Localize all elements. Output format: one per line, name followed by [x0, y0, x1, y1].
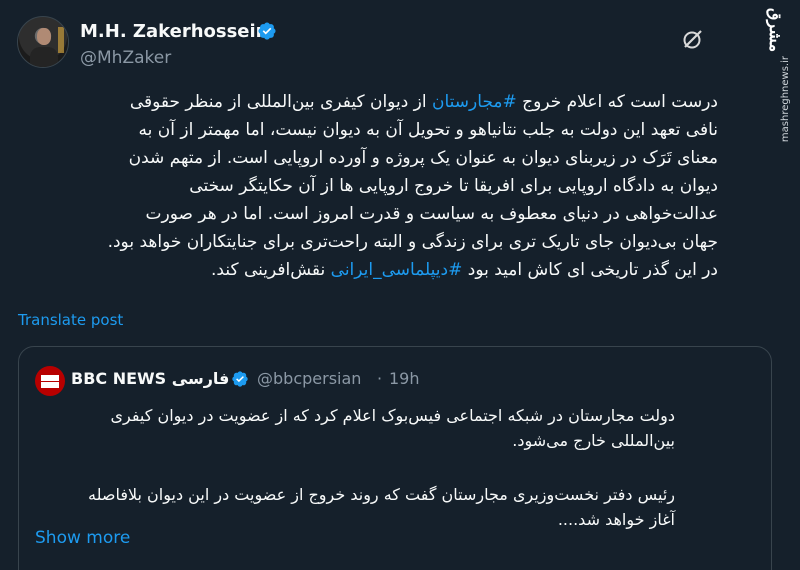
- watermark-site: mashreghnews.ir: [780, 56, 791, 143]
- verified-badge-icon: [232, 371, 248, 387]
- hashtag-link[interactable]: #دیپلماسی_ایرانی: [331, 260, 463, 280]
- hashtag-link[interactable]: #مجارستان: [432, 92, 517, 112]
- grok-icon[interactable]: [681, 27, 705, 51]
- watermark-brand: مشرق: [766, 8, 785, 53]
- quoted-line: رئیس دفتر نخست‌وزیری مجارستان گفت که رون…: [87, 485, 675, 504]
- translate-post-link[interactable]: Translate post: [18, 311, 123, 329]
- bbc-logo-icon[interactable]: [35, 366, 65, 396]
- tweet-line: در این گذر تاریخی ای کاش امید بود #دیپلم…: [211, 260, 718, 280]
- quoted-author-name[interactable]: BBC NEWS فارسی: [71, 369, 229, 388]
- bbc-logo-bar: [41, 375, 59, 381]
- avatar-background-light: [58, 27, 64, 53]
- tweet-line: جهان بی‌دیوان جای تاریک تری برای زندگی و…: [107, 232, 718, 252]
- quoted-line: آغاز خواهد شد....: [557, 510, 675, 529]
- quoted-paragraph: دولت مجارستان در شبکه اجتماعی فیس‌بوک اع…: [35, 403, 675, 453]
- show-more-link[interactable]: Show more: [35, 528, 130, 548]
- tweet-line: دیوان به دادگاه اروپایی برای افریقا تا خ…: [189, 176, 718, 196]
- author-handle[interactable]: @MhZaker: [80, 48, 171, 68]
- tweet-text: درست است که اعلام خروج #مجارستان از دیوا…: [18, 88, 718, 284]
- tweet-line: درست است که اعلام خروج #مجارستان از دیوا…: [129, 92, 718, 112]
- quoted-author-handle[interactable]: @bbcpersian: [257, 369, 361, 388]
- bbc-logo-bar: [41, 382, 59, 388]
- avatar-face: [37, 28, 51, 45]
- quoted-tweet[interactable]: BBC NEWS فارسی @bbcpersian · 19h دولت مج…: [18, 346, 772, 570]
- quoted-line: بین‌المللی خارج می‌شود.: [512, 431, 675, 450]
- tweet-line: معنای تَرَک در زیربنای دیوان به عنوان یک…: [128, 148, 718, 168]
- avatar-shirt: [30, 47, 58, 67]
- author-name[interactable]: M.H. Zakerhossein: [80, 21, 269, 42]
- tweet-line: عدالت‌خواهی در دنیای معطوف به سیاست و قد…: [145, 204, 718, 224]
- quoted-line: دولت مجارستان در شبکه اجتماعی فیس‌بوک اع…: [110, 406, 675, 425]
- tweet-line: نافی تعهد این دولت به جلب نتانیاهو و تحو…: [138, 120, 718, 140]
- quoted-timestamp[interactable]: 19h: [389, 369, 420, 388]
- quoted-paragraph: رئیس دفتر نخست‌وزیری مجارستان گفت که رون…: [35, 482, 675, 532]
- separator-dot: ·: [377, 369, 383, 388]
- verified-badge-icon: [258, 22, 276, 40]
- author-avatar[interactable]: [17, 16, 69, 68]
- watermark-logo: مشرق mashreghnews.ir: [762, 8, 796, 142]
